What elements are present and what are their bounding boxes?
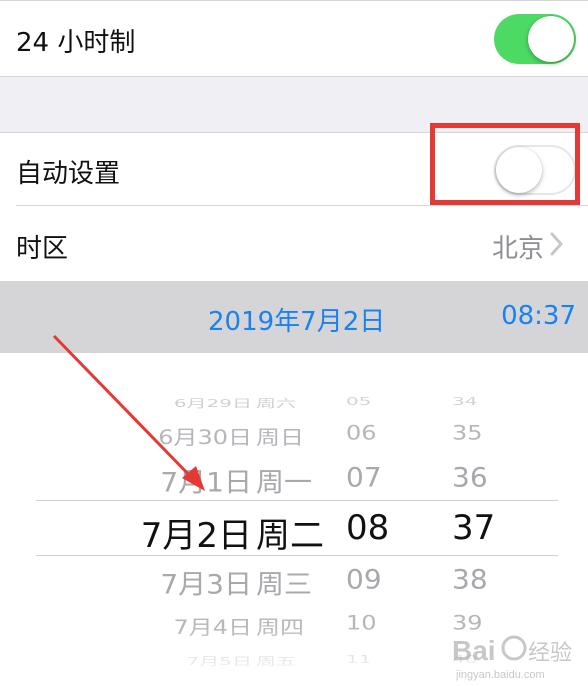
picker-hour: 07 xyxy=(346,461,382,494)
picker-minute: 35 xyxy=(452,421,483,445)
picker-hour: 09 xyxy=(346,563,382,596)
divider-top xyxy=(0,0,588,1)
timezone-row[interactable]: 时区 北京 xyxy=(0,206,588,281)
picker-date: 6月30日 xyxy=(158,426,252,449)
picker-weekday: 周三 xyxy=(256,568,313,600)
picker-row[interactable]: 6月30日 周日 06 35 xyxy=(0,419,588,449)
clock-24h-toggle[interactable] xyxy=(494,14,576,64)
picker-date: 7月2日 xyxy=(140,516,252,556)
date-time-bar[interactable]: 2019年7月2日 08:37 xyxy=(0,281,588,353)
picker-minute: 38 xyxy=(452,563,488,596)
picker-date: 7月1日 xyxy=(160,466,252,498)
svg-text:Bai: Bai xyxy=(452,635,496,666)
picker-fade-top xyxy=(0,353,588,413)
picker-selection-line-bottom xyxy=(36,555,558,556)
annotation-highlight-box xyxy=(430,123,580,205)
svg-text:jingyan.baidu.com: jingyan.baidu.com xyxy=(455,669,545,681)
picker-selection-line-top xyxy=(36,500,558,501)
picker-row[interactable]: 7月3日 周三 09 38 xyxy=(0,561,588,600)
auto-set-label: 自动设置 xyxy=(16,159,121,189)
picker-row-selected[interactable]: 7月2日 周二 08 37 xyxy=(0,505,588,556)
baidu-jingyan-logo: Bai 经验 jingyan.baidu.com xyxy=(448,628,584,682)
picker-minute: 37 xyxy=(452,508,496,548)
current-time: 08:37 xyxy=(501,301,576,331)
picker-weekday: 周二 xyxy=(256,516,324,556)
toggle-knob xyxy=(528,16,574,62)
picker-hour: 06 xyxy=(346,421,377,445)
picker-weekday: 周日 xyxy=(256,426,304,449)
picker-hour: 08 xyxy=(346,508,390,548)
picker-date: 7月3日 xyxy=(160,568,252,600)
svg-text:经验: 经验 xyxy=(528,641,572,666)
timezone-label: 时区 xyxy=(16,234,69,264)
picker-minute: 36 xyxy=(452,461,488,494)
chevron-right-icon xyxy=(550,232,570,256)
picker-weekday: 周一 xyxy=(256,466,313,498)
timezone-value: 北京 xyxy=(491,234,544,264)
current-date: 2019年7月2日 xyxy=(208,307,386,337)
clock-24h-row: 24 小时制 xyxy=(0,0,588,76)
picker-row[interactable]: 7月1日 周一 07 36 xyxy=(0,459,588,498)
clock-24h-label: 24 小时制 xyxy=(16,28,136,58)
